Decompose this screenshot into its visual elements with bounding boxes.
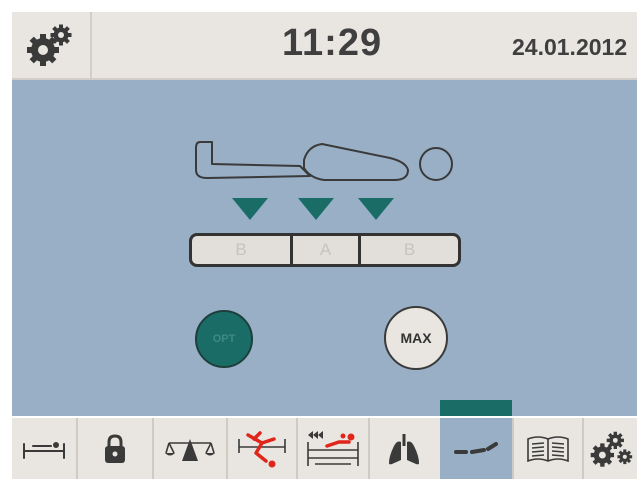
patient-outline-icon	[195, 141, 453, 181]
nav-settings[interactable]	[584, 418, 637, 479]
nav-manual[interactable]	[514, 418, 582, 479]
gears-icon	[590, 431, 632, 467]
clock-time: 11:29	[282, 22, 383, 64]
active-tab-indicator	[440, 400, 512, 416]
lungs-icon	[389, 433, 419, 464]
zone-arrow-icon	[298, 198, 334, 220]
zone-arrow-icon	[232, 198, 268, 220]
zone-arrow-icon	[358, 198, 394, 220]
nav-bed-position[interactable]	[12, 418, 76, 479]
zone-segment[interactable]: A	[290, 236, 358, 264]
bed-control-screen: 11:29 24.01.2012 B A B OPT MAX	[0, 0, 637, 479]
manual-book-icon	[527, 435, 569, 462]
bottom-nav	[12, 418, 637, 479]
mattress-zone-bar: B A B	[189, 233, 461, 267]
gears-icon	[27, 24, 72, 66]
date-display: 24.01.2012	[512, 34, 628, 60]
nav-lock[interactable]	[78, 418, 152, 479]
zone-segment[interactable]: B	[358, 236, 458, 264]
nav-fall-alarm[interactable]	[228, 418, 296, 479]
opt-button[interactable]: OPT	[195, 310, 253, 368]
pressure-zone-arrows	[232, 198, 394, 220]
zone-segment[interactable]: B	[192, 236, 290, 264]
nav-scale[interactable]	[154, 418, 226, 479]
max-button[interactable]: MAX	[384, 306, 448, 370]
header-bar: 11:29 24.01.2012	[12, 12, 637, 80]
bed-flat-icon	[23, 441, 65, 459]
nav-bed-exit[interactable]	[298, 418, 368, 479]
main-panel: B A B OPT MAX	[12, 80, 637, 416]
nav-mattress-therapy[interactable]	[440, 418, 512, 479]
bed-exit-icon	[307, 430, 359, 466]
mattress-therapy-icon	[454, 441, 498, 454]
lock-icon	[105, 433, 125, 463]
settings-button[interactable]	[12, 12, 92, 78]
nav-lungs[interactable]	[370, 418, 438, 479]
scale-icon	[165, 438, 215, 461]
patient-fall-alarm-icon	[238, 430, 286, 467]
